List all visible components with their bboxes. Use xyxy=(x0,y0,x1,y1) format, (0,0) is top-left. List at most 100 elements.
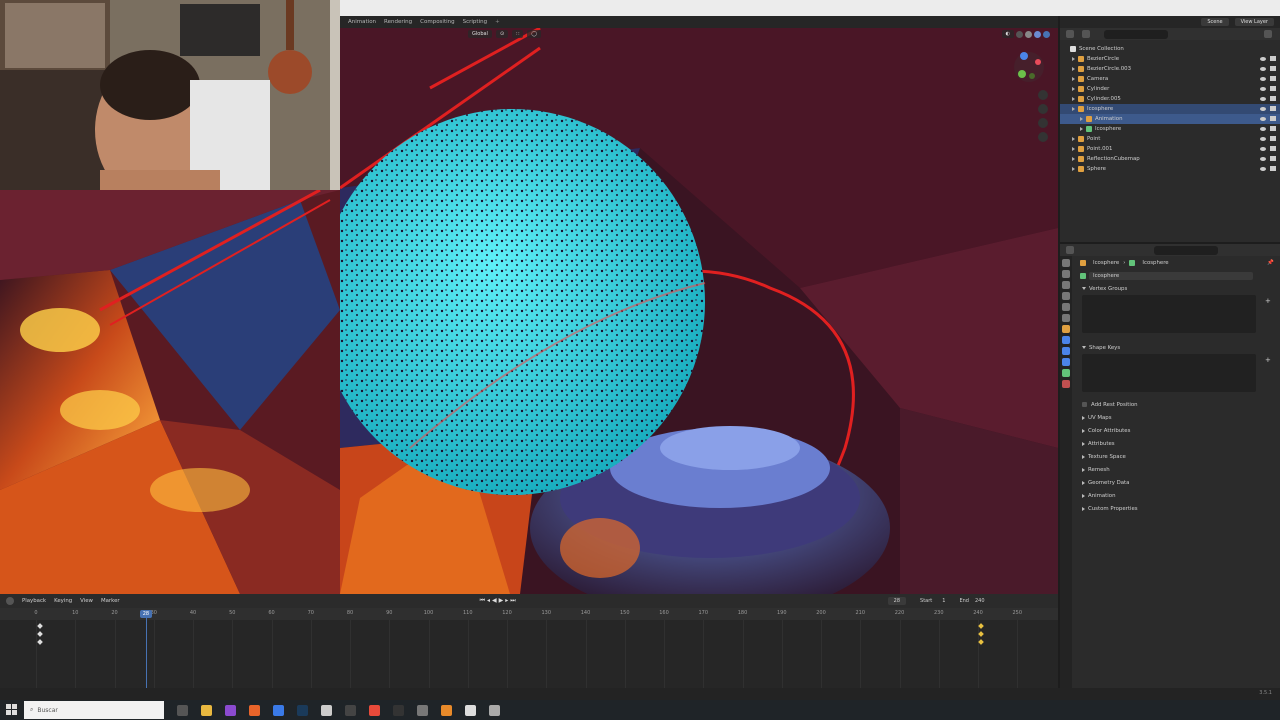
taskbar-search-box[interactable]: ⌕ Buscar xyxy=(24,701,164,719)
outliner-search-input[interactable] xyxy=(1104,29,1168,39)
expand-arrow-icon[interactable] xyxy=(1080,117,1083,121)
section-collapsed[interactable]: Geometry Data xyxy=(1060,476,1280,489)
menu-playback[interactable]: Playback xyxy=(22,598,46,604)
blender-icon[interactable] xyxy=(441,704,452,716)
outliner-item[interactable]: Sphere xyxy=(1060,164,1280,174)
object-tab-icon[interactable] xyxy=(1062,325,1070,333)
render-camera-icon[interactable] xyxy=(1270,116,1276,122)
expand-arrow-icon[interactable] xyxy=(1072,167,1075,171)
tab-scripting[interactable]: Scripting xyxy=(463,19,487,25)
section-collapsed[interactable]: Color Attributes xyxy=(1060,424,1280,437)
expand-arrow-icon[interactable] xyxy=(1072,77,1075,81)
pan-hand-icon[interactable] xyxy=(1038,104,1048,114)
expand-arrow-icon[interactable] xyxy=(1072,87,1075,91)
expand-arrow-icon[interactable] xyxy=(1072,107,1075,111)
outliner-item[interactable]: Icosphere xyxy=(1060,124,1280,134)
app-icon-3[interactable] xyxy=(489,704,500,716)
timeline-ruler[interactable]: 0 10 20 30 40 50 60 70 80 90 100 110 120 130 140 150 160… xyxy=(0,608,1058,620)
outliner-item[interactable]: Icosphere xyxy=(1060,104,1280,114)
material-tab-icon[interactable] xyxy=(1062,380,1070,388)
view-layer-tab-icon[interactable] xyxy=(1062,292,1070,300)
menu-marker[interactable]: Marker xyxy=(101,598,120,604)
section-shape-keys[interactable]: Shape Keys xyxy=(1060,341,1280,354)
outliner-root[interactable]: Scene Collection xyxy=(1060,44,1280,54)
tool-tab-icon[interactable] xyxy=(1062,259,1070,267)
modifier-tab-icon[interactable] xyxy=(1062,336,1070,344)
task-view-icon[interactable] xyxy=(177,704,188,716)
render-camera-icon[interactable] xyxy=(1270,66,1276,72)
render-camera-icon[interactable] xyxy=(1270,106,1276,112)
output-tab-icon[interactable] xyxy=(1062,281,1070,289)
expand-arrow-icon[interactable] xyxy=(1072,157,1075,161)
mesh-name-field[interactable]: Icosphere xyxy=(1089,272,1253,280)
visibility-eye-icon[interactable] xyxy=(1260,86,1266,92)
zoom-icon[interactable] xyxy=(1038,90,1048,100)
browser-icon[interactable] xyxy=(273,704,284,716)
expand-arrow-icon[interactable] xyxy=(1072,147,1075,151)
outliner-item[interactable]: ReflectionCubemap xyxy=(1060,154,1280,164)
section-collapsed[interactable]: Attributes xyxy=(1060,437,1280,450)
wireframe-shading-icon[interactable] xyxy=(1016,30,1023,38)
navigation-gizmo[interactable] xyxy=(1012,50,1046,84)
unity-icon[interactable] xyxy=(417,704,428,716)
render-camera-icon[interactable] xyxy=(1270,56,1276,62)
outliner-item[interactable]: Cylinder xyxy=(1060,84,1280,94)
tab-animation[interactable]: Animation xyxy=(348,19,376,25)
properties-search-input[interactable] xyxy=(1154,245,1218,255)
perspective-toggle-icon[interactable] xyxy=(1038,132,1048,142)
visibility-eye-icon[interactable] xyxy=(1260,106,1266,112)
3d-viewport[interactable] xyxy=(340,28,1058,594)
visibility-eye-icon[interactable] xyxy=(1260,126,1266,132)
outliner-item[interactable]: BezierCircle xyxy=(1060,54,1280,64)
pin-icon[interactable]: 📌 xyxy=(1267,260,1274,266)
outliner-item[interactable]: BezierCircle.003 xyxy=(1060,64,1280,74)
visibility-eye-icon[interactable] xyxy=(1260,166,1266,172)
outliner-item[interactable]: Point xyxy=(1060,134,1280,144)
viewport-left-area[interactable] xyxy=(0,190,340,594)
menu-view[interactable]: View xyxy=(80,598,93,604)
editor-type-icon[interactable] xyxy=(1066,30,1074,38)
expand-arrow-icon[interactable] xyxy=(1072,57,1075,61)
outliner-item[interactable]: Animation xyxy=(1060,114,1280,124)
firefox-icon[interactable] xyxy=(249,704,260,716)
app-icon[interactable] xyxy=(225,704,236,716)
render-camera-icon[interactable] xyxy=(1270,126,1276,132)
visibility-eye-icon[interactable] xyxy=(1260,136,1266,142)
pivot-point-dropdown[interactable]: ⊙ xyxy=(495,30,509,38)
end-frame-field[interactable]: 240 xyxy=(975,598,985,604)
file-explorer-icon[interactable] xyxy=(201,704,212,716)
material-shading-icon[interactable] xyxy=(1034,30,1041,38)
menu-keying[interactable]: Keying xyxy=(54,598,72,604)
start-frame-field[interactable]: 1 xyxy=(942,598,945,604)
render-camera-icon[interactable] xyxy=(1270,76,1276,82)
overlays-dropdown[interactable]: ◐ xyxy=(1001,30,1014,38)
world-tab-icon[interactable] xyxy=(1062,314,1070,322)
section-vertex-groups[interactable]: Vertex Groups xyxy=(1060,282,1280,295)
visibility-eye-icon[interactable] xyxy=(1260,156,1266,162)
timeline-area[interactable] xyxy=(0,608,1058,688)
calculator-icon[interactable] xyxy=(345,704,356,716)
view-layer-selector[interactable]: View Layer xyxy=(1234,18,1274,26)
section-collapsed[interactable]: Custom Properties xyxy=(1060,502,1280,515)
render-camera-icon[interactable] xyxy=(1270,146,1276,152)
render-camera-icon[interactable] xyxy=(1270,166,1276,172)
visibility-eye-icon[interactable] xyxy=(1260,96,1266,102)
display-mode-icon[interactable] xyxy=(1082,30,1090,38)
outliner-item[interactable]: Point.001 xyxy=(1060,144,1280,154)
outliner-item[interactable]: Cylinder.005 xyxy=(1060,94,1280,104)
section-collapsed[interactable]: UV Maps xyxy=(1060,411,1280,424)
section-collapsed[interactable]: Texture Space xyxy=(1060,450,1280,463)
scene-selector[interactable]: Scene xyxy=(1201,18,1229,26)
render-camera-icon[interactable] xyxy=(1270,136,1276,142)
section-collapsed[interactable]: Remesh xyxy=(1060,463,1280,476)
visibility-eye-icon[interactable] xyxy=(1260,146,1266,152)
filter-icon[interactable] xyxy=(1264,30,1272,38)
shield-app-icon[interactable] xyxy=(321,704,332,716)
add-workspace-button[interactable]: + xyxy=(495,19,500,25)
add-vertex-group-icon[interactable]: + xyxy=(1265,297,1271,305)
playback-controls[interactable]: ⏮◂◀▶▸⏭ xyxy=(480,597,518,605)
expand-arrow-icon[interactable] xyxy=(1072,137,1075,141)
visibility-eye-icon[interactable] xyxy=(1260,66,1266,72)
add-shape-key-icon[interactable]: + xyxy=(1265,356,1271,364)
proportional-editing-toggle[interactable]: ◯ xyxy=(527,30,541,38)
